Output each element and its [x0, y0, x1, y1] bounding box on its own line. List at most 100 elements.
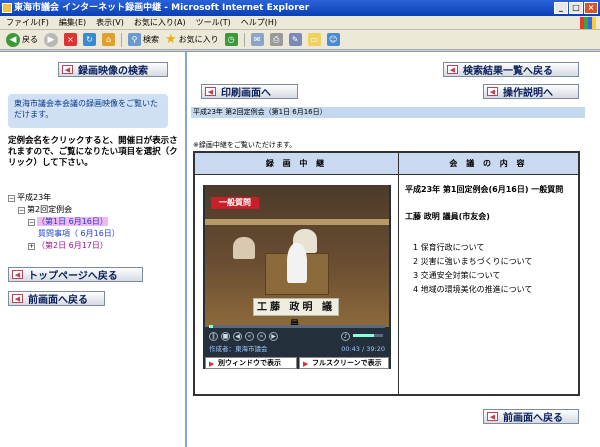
- volume-slider[interactable]: [353, 334, 383, 337]
- video-player[interactable]: 一般質問 工藤 政明 議員 ‖ ■ ◀ « » ▶ ♪ 作成者：東海市議会 00…: [203, 185, 391, 369]
- session-bar: 平成23年 第2回定例会（第1日 6月16日）: [191, 107, 585, 118]
- collapse-icon[interactable]: −: [18, 207, 25, 214]
- next-icon[interactable]: ▶: [269, 331, 278, 341]
- column-divider: [398, 153, 399, 394]
- bench-shelf: [205, 219, 389, 225]
- player-status: 作成者：東海市議会 00:43 / 39:20: [205, 345, 389, 354]
- video-search-button[interactable]: ◀ 録画映像の検索: [58, 62, 168, 77]
- manual-label: 操作説明へ: [503, 88, 553, 99]
- favorites-button[interactable]: ★ お気に入り: [165, 32, 219, 47]
- caption-tag: 一般質問: [211, 197, 259, 209]
- rewind-icon[interactable]: «: [245, 331, 254, 341]
- toolbar-separator: [121, 32, 122, 47]
- browser-toolbar: ◀ 戻る ▶ × ↻ ⌂ ⚲ 検索 ★ お気に入り ◷ ✉ ⎙ ✎ ▭ ☺: [0, 30, 600, 50]
- volume-icon[interactable]: ♪: [341, 331, 350, 341]
- tree-day2[interactable]: + （第2日 6月17日）: [28, 240, 108, 251]
- print-icon[interactable]: ⎙: [269, 33, 283, 46]
- back-arrow-icon: ◀: [6, 32, 20, 47]
- fullscreen-label: フルスクリーンで表示: [312, 359, 382, 367]
- content-column-header: 会 議 の 内 容: [399, 153, 578, 175]
- seek-bar[interactable]: [209, 325, 385, 328]
- arrow-left-icon: ◀: [447, 65, 458, 74]
- seated-official: [233, 237, 255, 259]
- tree-session[interactable]: − 第2回定例会: [18, 204, 72, 215]
- player-time: 00:43 / 39:20: [341, 345, 385, 353]
- back-label: 戻る: [22, 35, 38, 44]
- forward-button[interactable]: ▶: [44, 32, 58, 47]
- top-page-button[interactable]: ◀ トップページへ戻る: [8, 267, 143, 282]
- messenger-icon[interactable]: ☺: [326, 33, 340, 46]
- windows-logo-icon: [580, 17, 596, 29]
- question-items: 1 保育行政について 2 災害に強いまちづくりについて 3 交通安全対策について…: [413, 241, 532, 297]
- print-screen-label: 印刷画面へ: [221, 88, 271, 99]
- menu-file[interactable]: ファイル(F): [6, 17, 49, 28]
- print-screen-button[interactable]: ◀ 印刷画面へ: [201, 84, 298, 99]
- video-frame[interactable]: 一般質問 工藤 政明 議員: [205, 185, 389, 327]
- tree-day2-label: （第2日 6月17日）: [37, 241, 108, 250]
- speaker-figure: [287, 243, 307, 283]
- tree-year[interactable]: − 平成23年: [8, 192, 51, 203]
- history-icon[interactable]: ◷: [224, 33, 238, 46]
- tree-question-link[interactable]: 質問事項（ 6月16日）: [38, 228, 120, 239]
- play-arrow-icon: ▶: [303, 360, 309, 368]
- right-frame: ◀ 検索結果一覧へ戻る ◀ 印刷画面へ ◀ 操作説明へ 平成23年 第2回定例会…: [189, 52, 600, 447]
- manual-button[interactable]: ◀ 操作説明へ: [483, 84, 579, 99]
- menu-help[interactable]: ヘルプ(H): [241, 17, 277, 28]
- toolbar-separator: [243, 32, 245, 47]
- stop-icon[interactable]: ×: [64, 33, 77, 46]
- expand-icon[interactable]: +: [28, 243, 35, 250]
- tree-day1[interactable]: − （第1日 6月16日）: [28, 216, 108, 227]
- fast-forward-icon[interactable]: »: [257, 331, 266, 341]
- speaker-name: 工藤 政明 議員(市友会): [405, 212, 490, 221]
- close-icon[interactable]: ×: [584, 2, 598, 14]
- refresh-icon[interactable]: ↻: [83, 33, 96, 46]
- back-button[interactable]: ◀ 戻る: [6, 32, 38, 47]
- top-page-label: トップページへ戻る: [28, 271, 118, 282]
- right-back-button[interactable]: ◀ 前画面へ戻る: [483, 409, 579, 424]
- video-search-label: 録画映像の検索: [78, 66, 148, 77]
- left-back-label: 前画面へ戻る: [28, 295, 88, 306]
- info-box: 東海市議会本会議の録画映像をご覧いただけます。: [8, 94, 168, 128]
- list-item: 2 災害に強いまちづくりについて: [413, 257, 533, 266]
- search-icon: ⚲: [128, 33, 141, 46]
- search-button[interactable]: ⚲ 検索: [128, 33, 159, 46]
- viewing-note: ※録画中継をご覧いただけます。: [193, 141, 297, 149]
- favorites-label: お気に入り: [178, 35, 219, 44]
- results-list-button[interactable]: ◀ 検索結果一覧へ戻る: [443, 62, 579, 77]
- separate-window-button[interactable]: ▶ 別ウィンドウで表示: [205, 357, 297, 369]
- list-item: 1 保育行政について: [413, 243, 485, 252]
- arrow-left-icon: ◀: [487, 412, 498, 421]
- search-label: 検索: [143, 35, 159, 44]
- separate-window-label: 別ウィンドウで表示: [218, 359, 281, 367]
- home-icon[interactable]: ⌂: [102, 33, 115, 46]
- fullscreen-button[interactable]: ▶ フルスクリーンで表示: [299, 357, 389, 369]
- arrow-left-icon: ◀: [205, 87, 216, 96]
- menu-tools[interactable]: ツール(T): [196, 17, 231, 28]
- maximize-icon[interactable]: □: [569, 2, 583, 14]
- collapse-icon[interactable]: −: [8, 195, 15, 202]
- stop-icon[interactable]: ■: [221, 331, 230, 341]
- tree-day1-label: （第1日 6月16日）: [37, 217, 108, 226]
- list-item: 4 地域の環境美化の推進について: [413, 285, 533, 294]
- volume-fill: [353, 334, 374, 337]
- seek-bar-fill: [209, 325, 213, 328]
- results-list-label: 検索結果一覧へ戻る: [463, 66, 553, 77]
- play-arrow-icon: ▶: [209, 360, 215, 368]
- arrow-left-icon: ◀: [487, 87, 498, 96]
- instructions-text: 定例会名をクリックすると、開催日が表示されますので、ご覧になりたい項目を選択（ク…: [8, 136, 178, 168]
- pause-icon[interactable]: ‖: [209, 331, 218, 341]
- star-icon: ★: [165, 32, 177, 47]
- window-controls: _ □ ×: [554, 2, 598, 14]
- folder-icon[interactable]: ▭: [307, 33, 321, 46]
- menu-edit[interactable]: 編集(E): [59, 17, 86, 28]
- left-back-button[interactable]: ◀ 前画面へ戻る: [8, 291, 105, 306]
- prev-icon[interactable]: ◀: [233, 331, 242, 341]
- menu-view[interactable]: 表示(V): [96, 17, 124, 28]
- mail-icon[interactable]: ✉: [250, 33, 264, 46]
- edit-icon[interactable]: ✎: [288, 33, 302, 46]
- menu-favorites[interactable]: お気に入り(A): [134, 17, 186, 28]
- minimize-icon[interactable]: _: [554, 2, 568, 14]
- meeting-title: 平成23年 第1回定例会(6月16日) 一般質問: [405, 185, 564, 194]
- collapse-icon[interactable]: −: [28, 219, 35, 226]
- arrow-left-icon: ◀: [62, 65, 73, 74]
